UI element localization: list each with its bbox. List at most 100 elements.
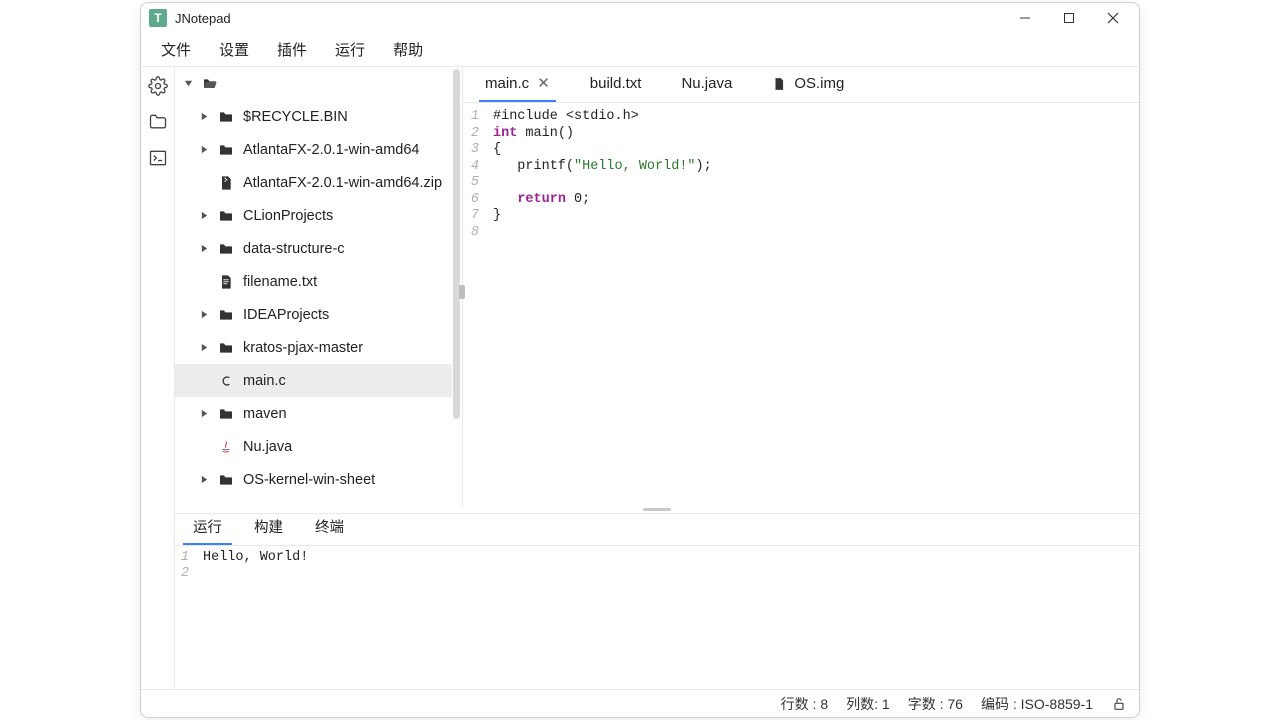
menubar: 文件 设置 插件 运行 帮助 [141,33,1139,67]
folder-icon [217,472,235,488]
tree-item-filename.txt[interactable]: filename.txt [175,265,452,298]
console-output[interactable]: 1 2 Hello, World! [175,546,1139,689]
file-icon [772,77,786,91]
folder-icon [217,241,235,257]
lock-icon[interactable] [1111,696,1127,712]
editor-tab-build.txt[interactable]: build.txt [584,67,648,102]
folder-icon[interactable] [147,111,169,133]
status-cols: 列数: 1 [846,694,890,714]
tree-item-AtlantaFX-2.0.1-win-amd64[interactable]: AtlantaFX-2.0.1-win-amd64 [175,133,452,166]
chevron-right-icon [199,145,209,154]
tree-item-IDEAProjects[interactable]: IDEAProjects [175,298,452,331]
chevron-right-icon [199,244,209,253]
chevron-right-icon [199,310,209,319]
folder-icon [217,208,235,224]
folder-icon [217,340,235,356]
maximize-button[interactable] [1047,3,1091,33]
status-bar: 行数 : 8 列数: 1 字数 : 76 编码 : ISO-8859-1 [141,689,1139,717]
file-tree-pane: $RECYCLE.BIN AtlantaFX-2.0.1-win-amd64 A… [175,67,463,508]
main-area: $RECYCLE.BIN AtlantaFX-2.0.1-win-amd64 A… [175,67,1139,689]
tab-label: Nu.java [681,75,732,92]
titlebar[interactable]: T JNotepad [141,3,1139,33]
app-icon: T [149,9,167,27]
status-rows: 行数 : 8 [781,694,828,714]
tree-item-label: filename.txt [243,274,317,290]
chevron-right-icon [199,343,209,352]
tree-item-$RECYCLE.BIN[interactable]: $RECYCLE.BIN [175,100,452,133]
chevron-down-icon [183,79,193,88]
vertical-splitter-handle[interactable] [459,285,465,299]
chevron-right-icon [199,112,209,121]
menu-run[interactable]: 运行 [321,33,379,66]
tree-item-label: OS-kernel-win-sheet [243,472,375,488]
java-icon [217,439,235,455]
console-tab-bar: 运行 构建 终端 [175,514,1139,546]
menu-plugins[interactable]: 插件 [263,33,321,66]
tree-item-label: AtlantaFX-2.0.1-win-amd64.zip [243,175,442,191]
line-gutter: 1 2 3 4 5 6 7 8 [465,109,483,508]
tree-item-label: data-structure-c [243,241,345,257]
console-pane: 运行 构建 终端 1 2 Hello, World! [175,513,1139,689]
tree-scrollbar[interactable] [453,69,460,419]
chevron-right-icon [199,211,209,220]
terminal-icon[interactable] [147,147,169,169]
editor-tab-main.c[interactable]: main.c ✕ [479,67,556,102]
c-icon [217,373,235,389]
tree-item-label: main.c [243,373,286,389]
tab-close-icon[interactable]: ✕ [537,76,550,91]
horizontal-splitter[interactable] [175,508,1139,513]
tree-item-AtlantaFX-2.0.1-win-amd64.zip[interactable]: AtlantaFX-2.0.1-win-amd64.zip [175,166,452,199]
tree-item-label: $RECYCLE.BIN [243,109,348,125]
minimize-button[interactable] [1003,3,1047,33]
folder-icon [217,109,235,125]
tree-item-label: maven [243,406,287,422]
console-tab-run[interactable]: 运行 [183,510,232,545]
tab-label: build.txt [590,75,642,92]
menu-help[interactable]: 帮助 [379,33,437,66]
tab-label: OS.img [794,75,844,92]
menu-file[interactable]: 文件 [147,33,205,66]
folder-icon [217,406,235,422]
tree-item-label: CLionProjects [243,208,333,224]
zip-icon [217,175,235,191]
code-body[interactable]: #include <stdio.h> int main() { printf("… [483,109,1139,508]
left-sidebar [141,67,175,689]
splitter-grip-icon [643,508,671,511]
tree-item-OS-kernel-win-sheet[interactable]: OS-kernel-win-sheet [175,463,452,496]
editor-tab-bar: main.c ✕ build.txt Nu.java OS.img [463,67,1139,103]
app-window: T JNotepad 文件 设置 插件 运行 帮助 [140,2,1140,718]
folder-icon [217,142,235,158]
tree-item-main.c[interactable]: main.c [175,364,452,397]
menu-settings[interactable]: 设置 [205,33,263,66]
tree-root[interactable] [175,67,452,100]
tree-item-label: IDEAProjects [243,307,329,323]
tree-item-kratos-pjax-master[interactable]: kratos-pjax-master [175,331,452,364]
status-chars: 字数 : 76 [908,694,963,714]
tree-item-CLionProjects[interactable]: CLionProjects [175,199,452,232]
status-encoding: 编码 : ISO-8859-1 [981,694,1093,714]
folder-icon [217,307,235,323]
tree-item-label: Nu.java [243,439,292,455]
gear-icon[interactable] [147,75,169,97]
console-tab-terminal[interactable]: 终端 [305,510,354,545]
folder-open-icon [201,76,219,92]
app-title: JNotepad [175,11,231,26]
app-body: $RECYCLE.BIN AtlantaFX-2.0.1-win-amd64 A… [141,67,1139,689]
chevron-right-icon [199,409,209,418]
editor-tab-Nu.java[interactable]: Nu.java [675,67,738,102]
upper-pane: $RECYCLE.BIN AtlantaFX-2.0.1-win-amd64 A… [175,67,1139,508]
txt-icon [217,274,235,290]
close-button[interactable] [1091,3,1135,33]
tree-item-data-structure-c[interactable]: data-structure-c [175,232,452,265]
console-gutter: 1 2 [175,550,193,689]
console-tab-build[interactable]: 构建 [244,510,293,545]
editor-tab-OS.img[interactable]: OS.img [766,67,850,102]
tree-item-maven[interactable]: maven [175,397,452,430]
tab-label: main.c [485,75,529,92]
console-output-text: Hello, World! [193,550,308,689]
tree-item-label: AtlantaFX-2.0.1-win-amd64 [243,142,420,158]
editor-pane: main.c ✕ build.txt Nu.java OS.img 1 2 3 4 5 … [463,67,1139,508]
code-editor[interactable]: 1 2 3 4 5 6 7 8 #include <stdio.h> int m… [463,103,1139,508]
tree-item-label: kratos-pjax-master [243,340,363,356]
tree-item-Nu.java[interactable]: Nu.java [175,430,452,463]
